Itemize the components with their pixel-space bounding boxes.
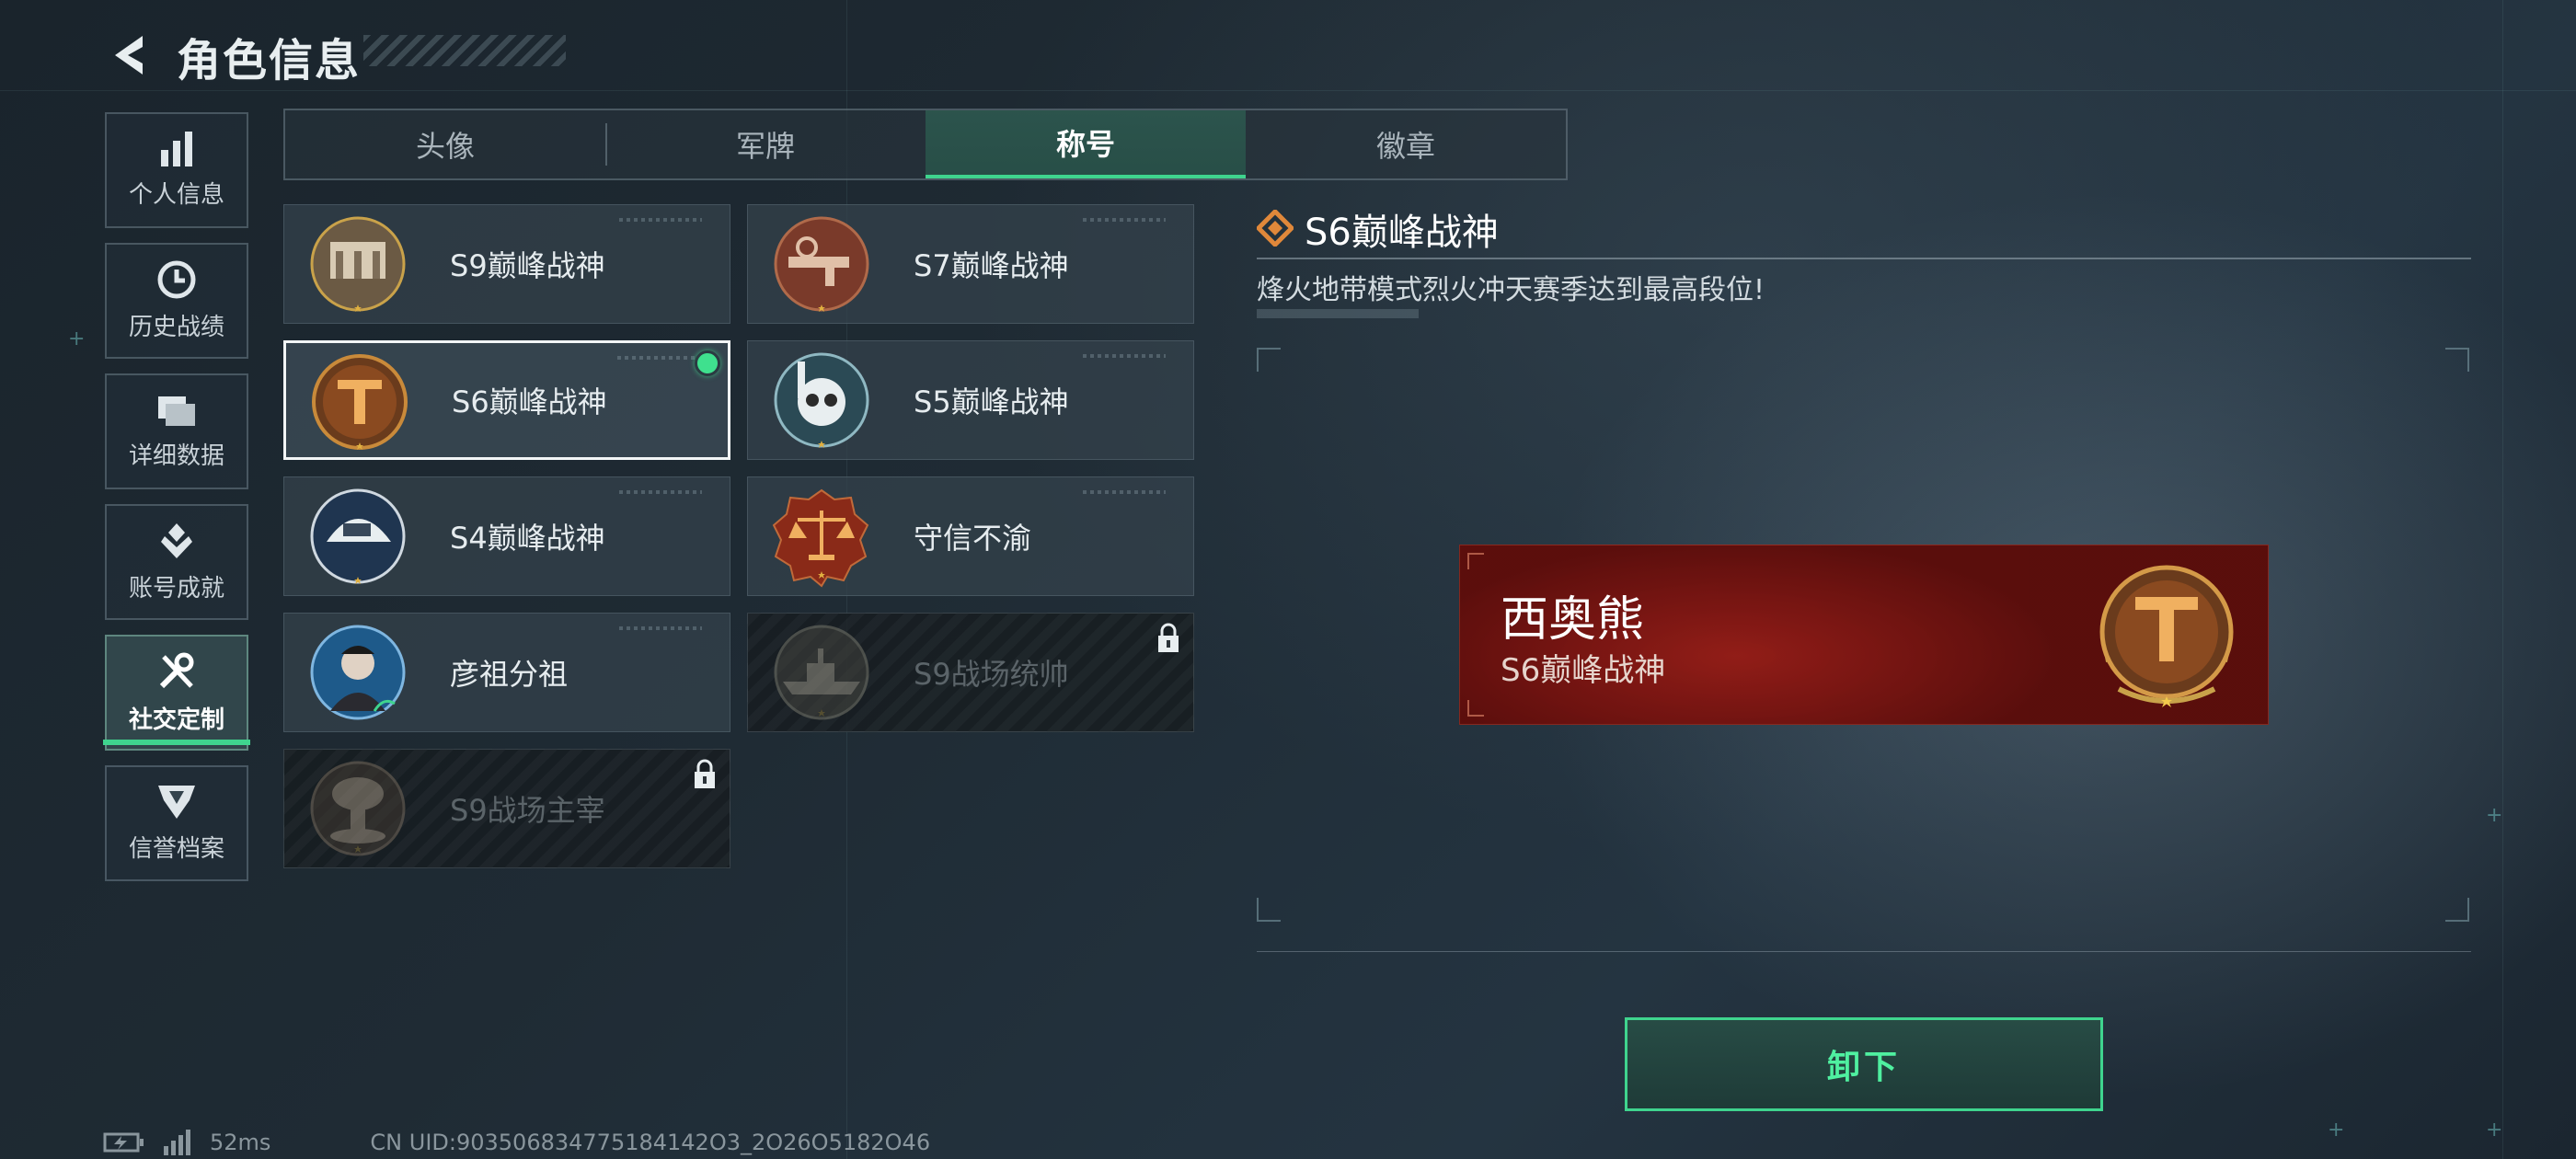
title-card-locked[interactable]: S9战场统帅 — [747, 613, 1194, 732]
detail-divider — [1257, 258, 2471, 259]
tools-icon — [159, 652, 194, 688]
helmet-medal-icon — [310, 488, 406, 584]
user-uid: CN UID:903506834775184142O3_2O26O5182O46 — [370, 1130, 931, 1155]
lock-icon — [1158, 623, 1179, 652]
mushroom-cloud-medal-icon — [310, 761, 406, 856]
sidebar-item-social-customization[interactable]: 社交定制 — [105, 635, 248, 751]
title-card[interactable]: S4巅峰战神 — [283, 476, 730, 596]
title-card-label: 守信不渝 — [914, 521, 1032, 556]
t-emblem-medal-icon — [2099, 565, 2234, 707]
sidebar-item-achievements[interactable]: 账号成就 — [105, 504, 248, 620]
title-card-label: S7巅峰战神 — [914, 248, 1069, 283]
title-card[interactable]: S9巅峰战神 — [283, 204, 730, 324]
t-emblem-medal-icon — [312, 354, 408, 450]
card-decoration — [619, 218, 702, 222]
sidebar-item-label: 个人信息 — [128, 180, 224, 209]
achievement-icon — [161, 522, 192, 558]
sidebar-item-label: 历史战绩 — [128, 313, 224, 341]
tab-dog-tag[interactable]: 军牌 — [605, 110, 926, 178]
title-decoration — [363, 35, 566, 66]
skull-diver-medal-icon — [774, 352, 869, 448]
nameplate-preview: 西奥熊 S6巅峰战神 — [1459, 545, 2269, 725]
title-card[interactable]: S7巅峰战神 — [747, 204, 1194, 324]
title-card[interactable]: S5巅峰战神 — [747, 340, 1194, 460]
frame-corner — [2445, 898, 2469, 922]
fortress-medal-icon — [310, 216, 406, 312]
tab-bar: 头像 军牌 称号 徽章 — [283, 109, 1568, 180]
equipped-indicator — [695, 350, 720, 376]
detail-decoration — [1257, 309, 1419, 318]
title-card-label: S9巅峰战神 — [450, 248, 605, 283]
title-card[interactable]: 彦祖分祖 — [283, 613, 730, 732]
card-decoration — [1083, 490, 1166, 494]
portrait-medal-icon — [310, 625, 406, 720]
ping-value: 52ms — [210, 1130, 271, 1155]
bar-chart-icon — [161, 131, 192, 166]
unequip-button[interactable]: 卸下 — [1625, 1017, 2103, 1111]
signal-icon — [164, 1130, 190, 1155]
title-card-locked[interactable]: S9战场主宰 — [283, 749, 730, 868]
title-card-selected[interactable]: S6巅峰战神 — [283, 340, 730, 460]
warship-medal-icon — [774, 625, 869, 720]
rifle-medal-icon — [774, 216, 869, 312]
frame-corner — [1257, 348, 1281, 372]
folder-icon — [158, 396, 195, 426]
title-card-label: S9战场统帅 — [914, 657, 1069, 692]
nameplate-title: S6巅峰战神 — [1501, 652, 1666, 689]
title-card-label: S5巅峰战神 — [914, 384, 1069, 419]
chevron-left-icon — [115, 36, 143, 75]
sidebar-item-label: 信誉档案 — [128, 834, 224, 863]
grid-plus-marker: + — [68, 327, 86, 350]
card-decoration — [1083, 354, 1166, 358]
title-card-label: S6巅峰战神 — [452, 384, 607, 419]
diamond-icon — [1257, 210, 1294, 247]
title-card-label: 彦祖分祖 — [450, 657, 569, 692]
card-decoration — [1083, 218, 1166, 222]
detail-title: S6巅峰战神 — [1305, 212, 1499, 254]
grid-plus-marker: + — [2486, 804, 2503, 827]
tab-avatar[interactable]: 头像 — [285, 110, 605, 178]
card-decoration — [619, 626, 702, 630]
card-decoration — [617, 356, 700, 360]
player-name: 西奥熊 — [1501, 592, 1645, 648]
title-card[interactable]: 守信不渝 — [747, 476, 1194, 596]
title-card-label: S4巅峰战神 — [450, 521, 605, 556]
frame-corner — [2445, 348, 2469, 372]
sidebar-active-indicator — [103, 740, 250, 745]
clock-icon — [157, 260, 196, 298]
sidebar-item-reputation[interactable]: 信誉档案 — [105, 765, 248, 881]
grid-plus-marker: + — [2486, 1119, 2503, 1142]
title-card-label: S9战场主宰 — [450, 793, 605, 828]
page-title: 角色信息 — [177, 35, 362, 86]
grid-plus-marker: + — [2328, 1119, 2345, 1142]
sidebar-item-details[interactable]: 详细数据 — [105, 373, 248, 489]
sidebar-item-label: 详细数据 — [128, 442, 224, 470]
back-button[interactable] — [101, 28, 156, 83]
status-footer: 52ms CN UID:903506834775184142O3_2O26O51… — [103, 1130, 930, 1155]
sidebar-item-label: 账号成就 — [128, 574, 224, 602]
scales-medal-icon — [772, 488, 869, 588]
battery-icon — [103, 1132, 144, 1153]
lock-icon — [695, 759, 715, 788]
sidebar-item-history[interactable]: 历史战绩 — [105, 243, 248, 359]
tab-title[interactable]: 称号 — [926, 110, 1246, 178]
card-decoration — [619, 490, 702, 494]
reputation-shield-icon — [158, 785, 195, 819]
frame-corner — [1257, 898, 1281, 922]
sidebar-item-personal-info[interactable]: 个人信息 — [105, 112, 248, 228]
detail-description: 烽火地带模式烈火冲天赛季达到最高段位! — [1257, 274, 1765, 306]
sidebar-item-label: 社交定制 — [128, 706, 224, 734]
tab-badge[interactable]: 徽章 — [1246, 110, 1566, 178]
